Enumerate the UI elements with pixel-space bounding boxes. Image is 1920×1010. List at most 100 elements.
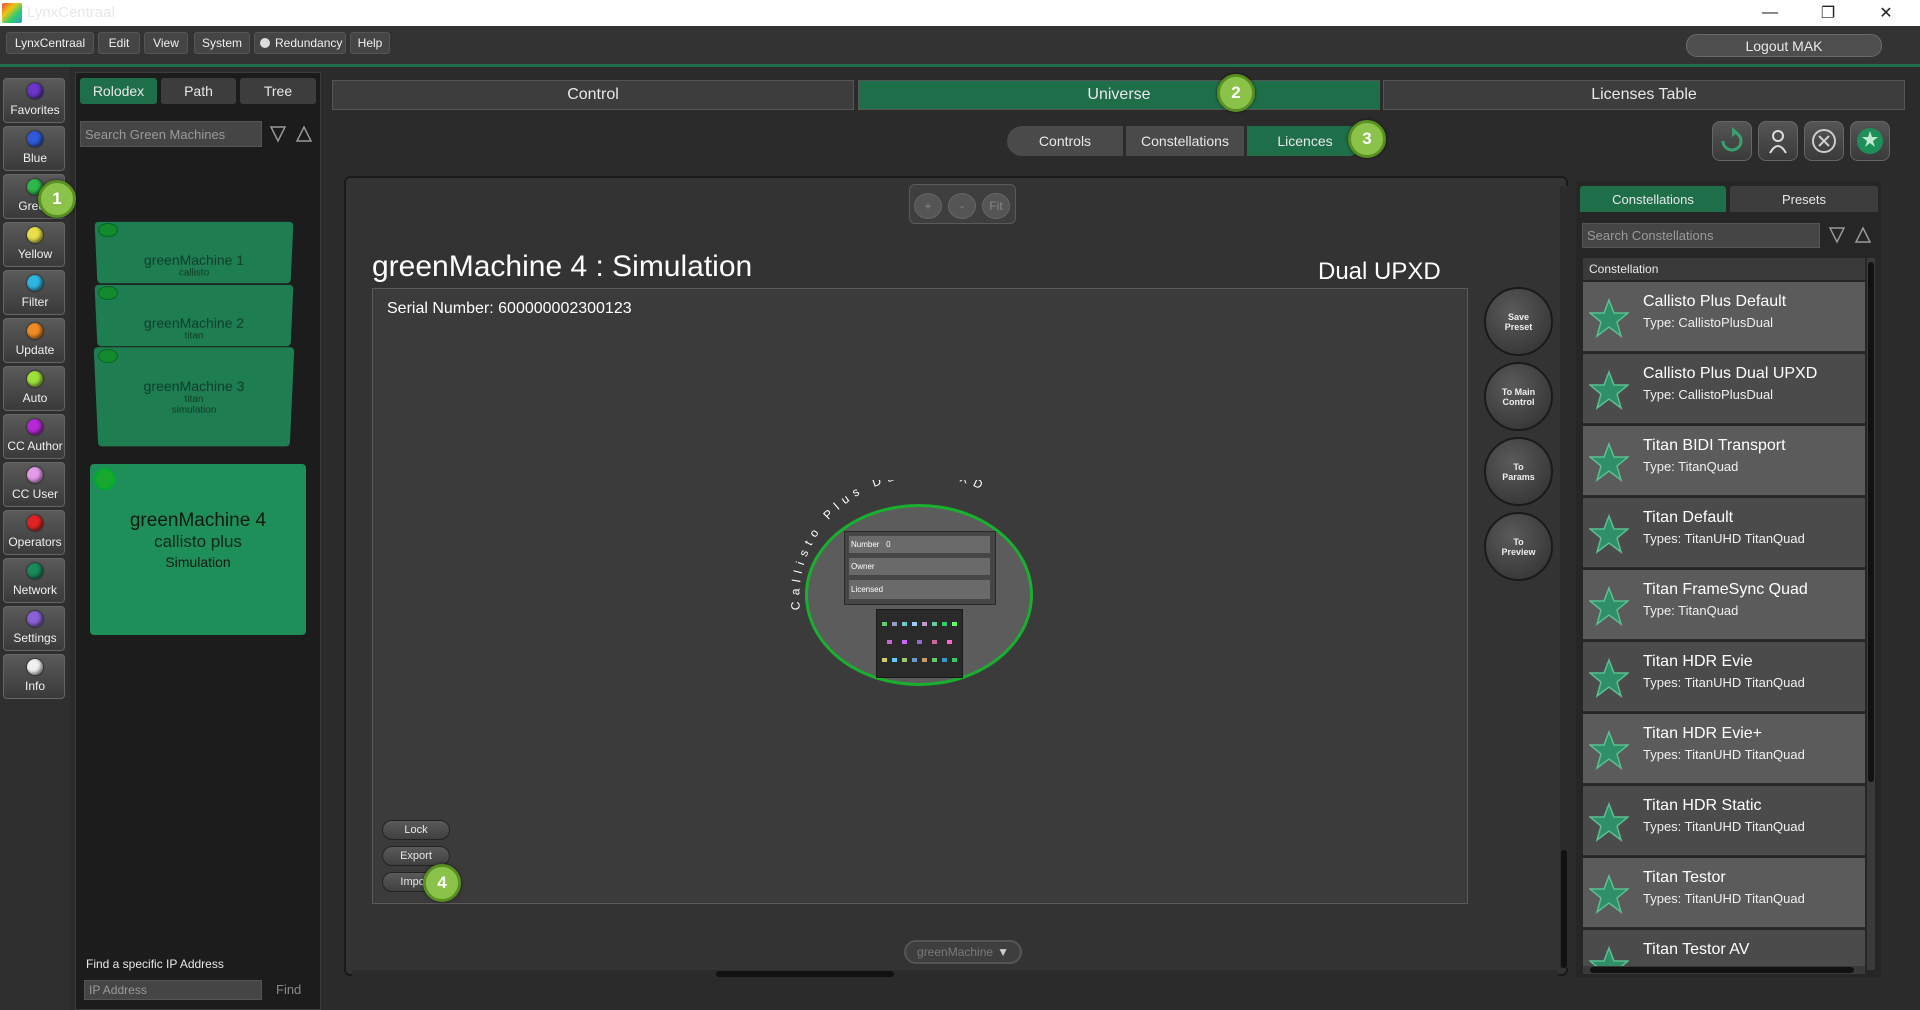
accent-line (0, 64, 1920, 67)
list-scroll-thumb[interactable] (1868, 262, 1874, 782)
node-number-field: Number 0 (849, 536, 990, 553)
toolbar-info-button[interactable]: Info (3, 654, 65, 699)
machine-search-input[interactable]: Search Green Machines (80, 121, 262, 147)
machine-card-active[interactable]: greenMachine 4 callisto plus Simulation (90, 464, 306, 635)
to-main-control-button[interactable]: To Main Control (1484, 362, 1553, 431)
toolbar-yellow-button[interactable]: Yellow (3, 222, 65, 267)
toolbar-favorites-button[interactable]: Favorites (3, 78, 65, 123)
card-subtitle: titan (184, 330, 204, 342)
toolbar-auto-button[interactable]: Auto (3, 366, 65, 411)
horizontal-scroll-thumb[interactable] (716, 971, 894, 977)
sort-descending-icon[interactable] (269, 125, 287, 143)
list-item[interactable]: Titan Default Types: TitanUHD TitanQuad (1583, 498, 1865, 568)
export-button[interactable]: Export (382, 846, 450, 866)
tab-licenses-table[interactable]: Licenses Table (1383, 80, 1905, 110)
subtab-controls[interactable]: Controls (1007, 126, 1123, 156)
horizontal-scrollbar[interactable] (352, 970, 1558, 978)
machine-card-3[interactable]: greenMachine 3 titan simulation (93, 347, 295, 447)
to-preview-button[interactable]: To Preview (1484, 512, 1553, 581)
constellation-column-header[interactable]: Constellation (1583, 258, 1865, 280)
star-icon (1589, 586, 1629, 626)
tab-tree[interactable]: Tree (240, 78, 316, 104)
menu-edit[interactable]: Edit (98, 32, 140, 54)
subtab-licences[interactable]: Licences (1247, 126, 1363, 156)
vertical-scroll-thumb[interactable] (1561, 850, 1567, 968)
tab-control[interactable]: Control (332, 80, 854, 110)
toolbar-settings-button[interactable]: Settings (3, 606, 65, 651)
machine-card-1[interactable]: greenMachine 1 callisto (94, 221, 294, 284)
tab-presets[interactable]: Presets (1730, 186, 1878, 212)
ip-search-label: Find a specific IP Address (86, 957, 224, 971)
constellation-name: Titan Default (1643, 509, 1734, 526)
toolbar-network-button[interactable]: Network (3, 558, 65, 603)
constellation-type: Types: TitanUHD TitanQuad (1643, 819, 1805, 834)
card-subtitle: callisto plus (154, 532, 242, 551)
list-item[interactable]: Titan FrameSync Quad Type: TitanQuad (1583, 570, 1865, 640)
tab-constellations[interactable]: Constellations (1580, 186, 1726, 212)
info-icon (27, 659, 43, 675)
list-item[interactable]: Titan Testor AV (1583, 930, 1865, 970)
menu-redundancy[interactable]: Redundancy (254, 32, 346, 54)
zoom-in-button[interactable]: + (914, 193, 942, 219)
close-window-icon[interactable]: ✕ (1858, 0, 1914, 26)
constellation-type: Type: TitanQuad (1643, 459, 1739, 474)
node-thumbnail (876, 609, 963, 678)
constellation-name: Titan HDR Static (1643, 797, 1762, 814)
menu-system[interactable]: System (194, 32, 250, 54)
toolbar-cc-author-button[interactable]: CC Author (3, 414, 65, 459)
constellation-name: Titan Testor (1643, 869, 1726, 886)
tab-rolodex[interactable]: Rolodex (80, 78, 157, 104)
toolbar-filter-button[interactable]: Filter (3, 270, 65, 315)
toolbar-update-button[interactable]: Update (3, 318, 65, 363)
toolbar-blue-button[interactable]: Blue (3, 126, 65, 171)
tab-path[interactable]: Path (161, 78, 236, 104)
find-button[interactable]: Find (276, 982, 301, 997)
constellation-name: Titan HDR Evie (1643, 653, 1753, 670)
zoom-out-button[interactable]: - (948, 193, 976, 219)
toolbar-operators-button[interactable]: Operators (3, 510, 65, 555)
status-indicator-icon (98, 349, 118, 363)
logout-button[interactable]: Logout MAK (1686, 34, 1882, 57)
to-params-button[interactable]: To Params (1484, 437, 1553, 506)
field-label: Number (851, 540, 880, 549)
subtab-constellations[interactable]: Constellations (1126, 126, 1244, 156)
list-item[interactable]: Titan HDR Static Types: TitanUHD TitanQua… (1583, 786, 1865, 856)
refresh-button[interactable] (1712, 121, 1752, 161)
save-preset-button[interactable]: Save Preset (1484, 287, 1553, 356)
list-item[interactable]: Titan BIDI Transport Type: TitanQuad (1583, 426, 1865, 496)
annotation-badge: 4 (423, 864, 461, 902)
constellation-button[interactable] (1850, 121, 1890, 161)
lock-button[interactable]: Lock (382, 820, 450, 840)
star-cluster-icon (1857, 128, 1883, 154)
zoom-controls: + - Fit (909, 184, 1016, 224)
sort-ascending-icon[interactable] (1854, 226, 1872, 244)
zoom-fit-button[interactable]: Fit (982, 193, 1010, 219)
star-icon (1589, 370, 1629, 410)
sort-descending-icon[interactable] (1828, 226, 1846, 244)
list-item[interactable]: Titan HDR Evie+ Types: TitanUHD TitanQuad (1583, 714, 1865, 784)
star-icon (1589, 514, 1629, 554)
restore-icon[interactable]: ❐ (1800, 0, 1856, 26)
list-item[interactable]: Callisto Plus Default Type: CallistoPlusD… (1583, 282, 1865, 352)
menu-lynxcentraal[interactable]: LynxCentraal (6, 32, 94, 54)
tab-universe[interactable]: Universe (858, 80, 1380, 110)
list-item[interactable]: Callisto Plus Dual UPXD Type: CallistoPlu… (1583, 354, 1865, 424)
list-item[interactable]: Titan HDR Evie Types: TitanUHD TitanQuad (1583, 642, 1865, 712)
annotation-badge: 3 (1348, 120, 1386, 158)
menu-help[interactable]: Help (350, 32, 390, 54)
cancel-button[interactable] (1804, 121, 1844, 161)
toolbar-cc-user-button[interactable]: CC User (3, 462, 65, 507)
ip-address-input[interactable]: IP Address (84, 980, 262, 1000)
machine-dropdown[interactable]: greenMachine ▼ (904, 940, 1022, 964)
sort-ascending-icon[interactable] (295, 125, 313, 143)
machine-card-2[interactable]: greenMachine 2 titan (94, 284, 294, 347)
menu-view[interactable]: View (144, 32, 188, 54)
node-licensed-field: Licensed (849, 580, 990, 599)
list-horizontal-scroll-thumb[interactable] (1590, 967, 1854, 973)
list-item[interactable]: Titan Testor Types: TitanUHD TitanQuad (1583, 858, 1865, 928)
card-title: greenMachine 4 (129, 510, 267, 531)
constellation-search-input[interactable]: Search Constellations (1582, 223, 1820, 248)
minimize-icon[interactable]: — (1742, 0, 1798, 26)
user-button[interactable] (1758, 121, 1798, 161)
filter-icon (27, 275, 43, 291)
